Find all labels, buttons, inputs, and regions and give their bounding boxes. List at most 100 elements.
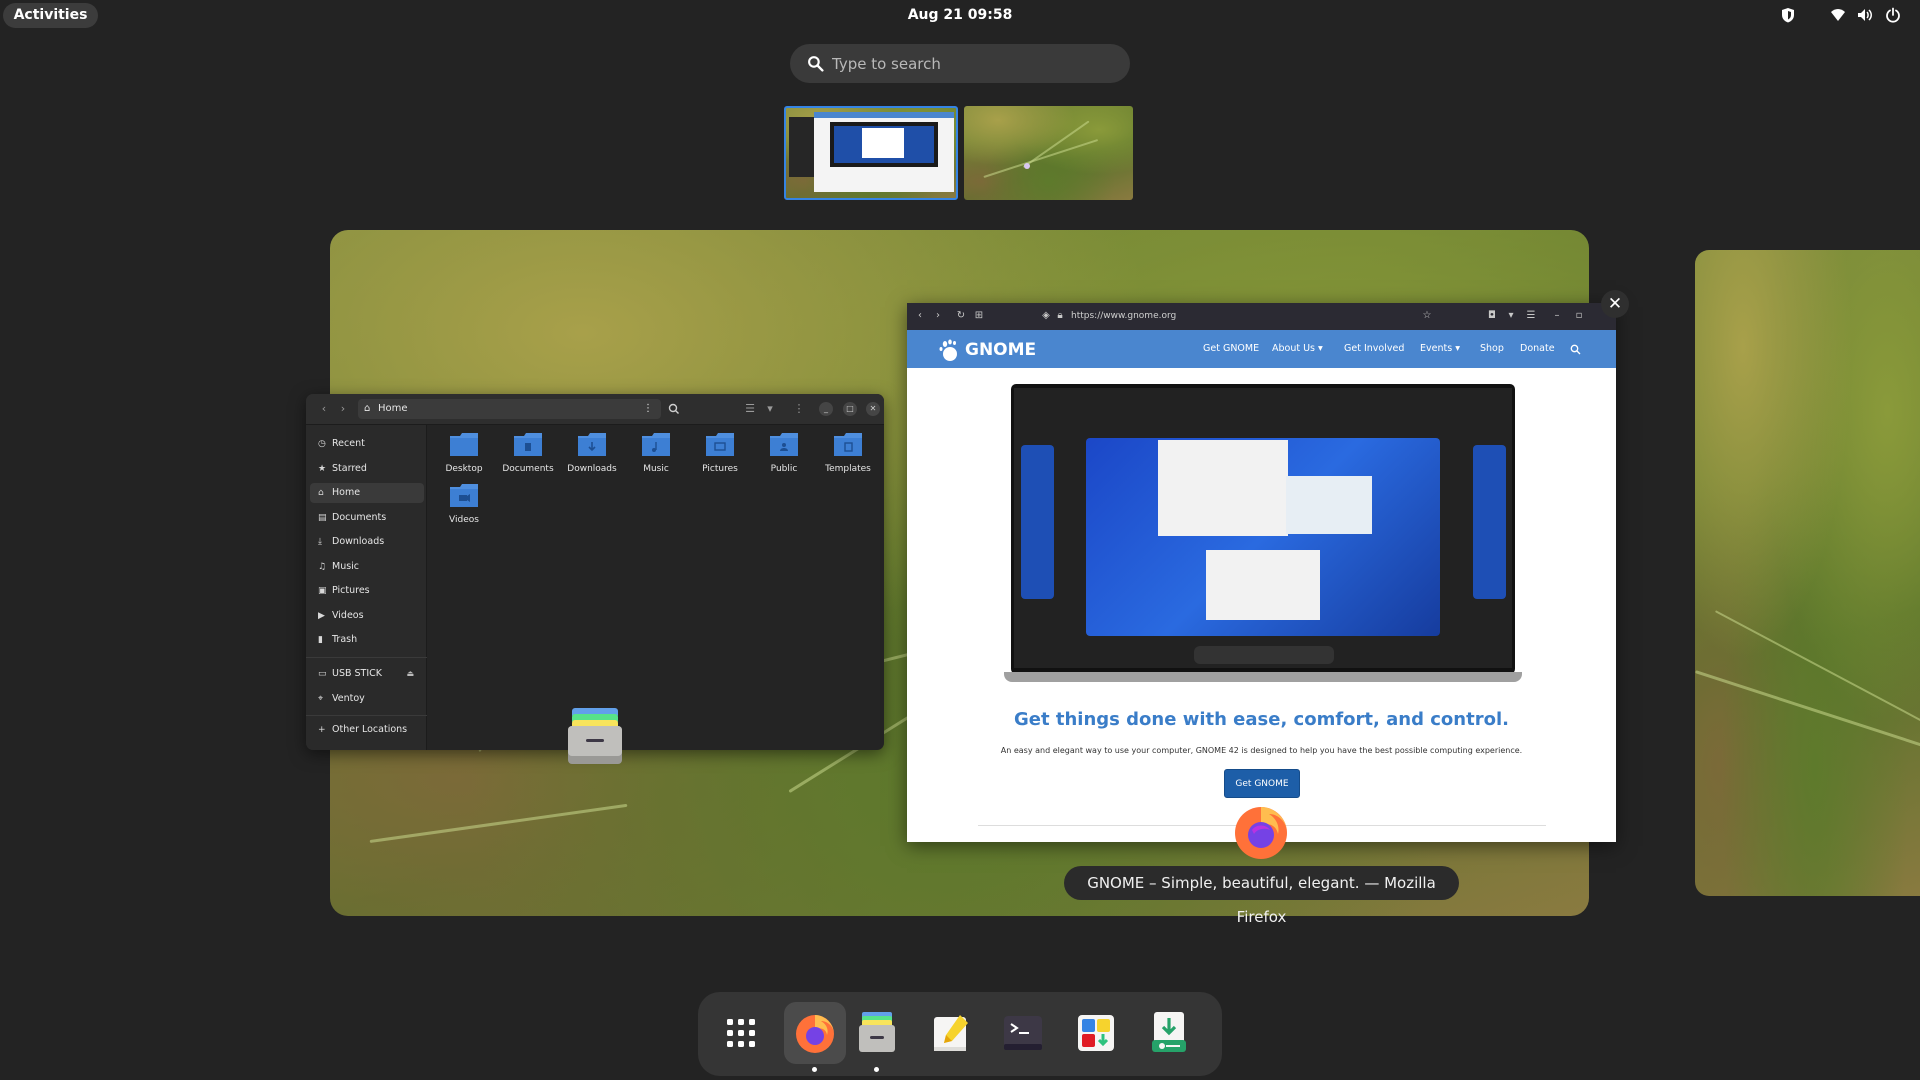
workspace-thumbnail-2[interactable] <box>964 106 1133 200</box>
back-icon[interactable]: ‹ <box>913 309 927 323</box>
sidebar-item-recent[interactable]: ◷ Recent <box>310 434 424 454</box>
path-menu-icon[interactable]: ⋮ <box>643 399 653 419</box>
folder-icon <box>514 433 542 456</box>
clock[interactable]: Aug 21 09:58 <box>860 0 1060 30</box>
search-entry[interactable] <box>790 44 1130 83</box>
firefox-window[interactable]: ‹ › ↻ ⊞ ◈ 🔒︎ https://www.gnome.org ☆ ◘ ▾… <box>907 303 1616 842</box>
sidebar-item-home[interactable]: ⌂ Home <box>310 483 424 503</box>
video-icon: ▶ <box>318 611 325 621</box>
pocket-icon[interactable]: ◘ <box>1485 309 1499 323</box>
wifi-icon[interactable] <box>1830 7 1846 23</box>
files-headerbar: ‹ › ⌂ Home ⋮ ☰ ▾ ⋮ _ □ ✕ <box>306 394 884 425</box>
view-list-icon[interactable]: ☰ <box>743 402 757 416</box>
running-indicator <box>874 1067 879 1072</box>
sidebar-item-pictures[interactable]: ▣ Pictures <box>310 581 424 601</box>
sidebar-item-ventoy[interactable]: ⌖ Ventoy <box>310 689 424 709</box>
volume-icon[interactable] <box>1857 7 1873 23</box>
dash-flatseal[interactable] <box>1138 1002 1200 1064</box>
files-sidebar: ◷ Recent ★ Starred ⌂ Home ▤ Documents ⤓ Downl… <box>306 425 427 750</box>
url-bar[interactable]: https://www.gnome.org <box>1071 309 1176 323</box>
reload-icon[interactable]: ↻ <box>954 309 968 323</box>
hamburger-menu-icon[interactable]: ☰ <box>1524 309 1538 323</box>
forward-icon[interactable]: › <box>336 402 350 416</box>
dash-files[interactable] <box>846 1002 908 1072</box>
view-options-chevron-icon[interactable]: ▾ <box>763 402 777 416</box>
files-window[interactable]: ‹ › ⌂ Home ⋮ ☰ ▾ ⋮ _ □ ✕ ◷ Recent ★ Starre… <box>306 394 884 750</box>
sidebar-item-videos[interactable]: ▶ Videos <box>310 606 424 626</box>
search-input[interactable] <box>832 44 1112 83</box>
next-workspace-preview[interactable] <box>1695 250 1920 896</box>
app-grid-icon <box>727 1019 755 1047</box>
folder-icon <box>450 484 478 507</box>
folder-music[interactable]: Music <box>626 433 686 487</box>
workspace-thumbnail-1[interactable] <box>784 106 958 200</box>
sidebar-item-other-locations[interactable]: + Other Locations <box>310 720 424 740</box>
text-editor-icon <box>934 1015 968 1051</box>
power-icon[interactable] <box>1885 7 1901 23</box>
dash-software[interactable] <box>1065 1002 1127 1064</box>
nav-about-us[interactable]: About Us ▾ <box>1272 330 1323 368</box>
folder-icon <box>578 433 606 456</box>
close-window-button[interactable]: ✕ <box>1601 290 1629 318</box>
firefox-toolbar: ‹ › ↻ ⊞ ◈ 🔒︎ https://www.gnome.org ☆ ◘ ▾… <box>907 303 1616 330</box>
folder-pictures[interactable]: Pictures <box>690 433 750 487</box>
path-bar[interactable]: ⌂ Home ⋮ <box>358 399 661 419</box>
flower-detail <box>1024 163 1030 169</box>
software-icon <box>1078 1015 1114 1051</box>
folder-desktop[interactable]: Desktop <box>434 433 494 487</box>
new-tab-icon[interactable]: ⊞ <box>972 309 986 323</box>
sidebar-item-downloads[interactable]: ⤓ Downloads <box>310 532 424 552</box>
close-icon[interactable]: ✕ <box>866 402 880 416</box>
flatseal-icon <box>1152 1012 1186 1052</box>
back-icon[interactable]: ‹ <box>317 402 331 416</box>
firefox-icon <box>796 1015 834 1053</box>
eject-icon[interactable]: ⏏ <box>406 664 414 684</box>
sidebar-item-documents[interactable]: ▤ Documents <box>310 508 424 528</box>
sidebar-item-music[interactable]: ♫ Music <box>310 557 424 577</box>
folder-documents[interactable]: Documents <box>498 433 558 487</box>
maximize-icon[interactable]: □ <box>843 402 857 416</box>
sidebar-item-starred[interactable]: ★ Starred <box>310 459 424 479</box>
minimize-icon[interactable]: _ <box>819 402 833 416</box>
path-label: Home <box>378 403 408 414</box>
shield-icon[interactable] <box>1780 7 1796 23</box>
folder-templates[interactable]: Templates <box>818 433 878 487</box>
folder-public[interactable]: Public <box>754 433 814 487</box>
maximize-icon[interactable]: ▫ <box>1572 309 1586 323</box>
forward-icon[interactable]: › <box>931 309 945 323</box>
sidebar-separator <box>306 657 427 658</box>
dash-firefox[interactable] <box>784 1002 846 1072</box>
search-icon[interactable] <box>667 402 681 416</box>
search-icon[interactable] <box>1570 344 1581 355</box>
minimize-icon[interactable]: – <box>1550 309 1564 323</box>
dash-text-editor[interactable] <box>920 1002 982 1064</box>
page-subtext: An easy and elegant way to use your comp… <box>1000 746 1523 755</box>
window-caption: GNOME – Simple, beautiful, elegant. — Mo… <box>1064 866 1459 926</box>
tracking-shield-icon[interactable]: ◈ <box>1039 309 1053 323</box>
gnome-logo[interactable]: GNOME <box>939 336 1036 364</box>
folder-downloads[interactable]: Downloads <box>562 433 622 487</box>
sidebar-item-usb-stick[interactable]: ▭ USB STICK ⏏ <box>310 664 424 684</box>
sidebar-item-trash[interactable]: ▮ Trash <box>310 630 424 650</box>
nav-donate[interactable]: Donate <box>1520 330 1555 368</box>
extensions-chevron-icon[interactable]: ▾ <box>1504 309 1518 323</box>
folder-icon <box>642 433 670 456</box>
dash-terminal[interactable] <box>992 1002 1054 1064</box>
activities-button[interactable]: Activities <box>3 3 98 28</box>
files-app-icon <box>568 708 622 764</box>
folder-videos[interactable]: Videos <box>434 484 494 538</box>
nav-events[interactable]: Events ▾ <box>1420 330 1460 368</box>
folder-icon <box>834 433 862 456</box>
get-gnome-button[interactable]: Get GNOME <box>1224 769 1300 798</box>
chevron-down-icon: ▾ <box>1315 343 1323 354</box>
usb-icon: ⌖ <box>318 694 324 704</box>
bookmark-star-icon[interactable]: ☆ <box>1420 309 1434 323</box>
nav-shop[interactable]: Shop <box>1480 330 1504 368</box>
thumb-files-window <box>789 117 815 177</box>
nav-get-involved[interactable]: Get Involved <box>1344 330 1404 368</box>
dash-app-grid[interactable] <box>710 1002 772 1064</box>
nav-get-gnome[interactable]: Get GNOME <box>1203 330 1259 368</box>
main-menu-icon[interactable]: ⋮ <box>792 402 806 416</box>
gnome-foot-icon <box>939 339 957 361</box>
hero-laptop-image <box>1004 384 1522 682</box>
